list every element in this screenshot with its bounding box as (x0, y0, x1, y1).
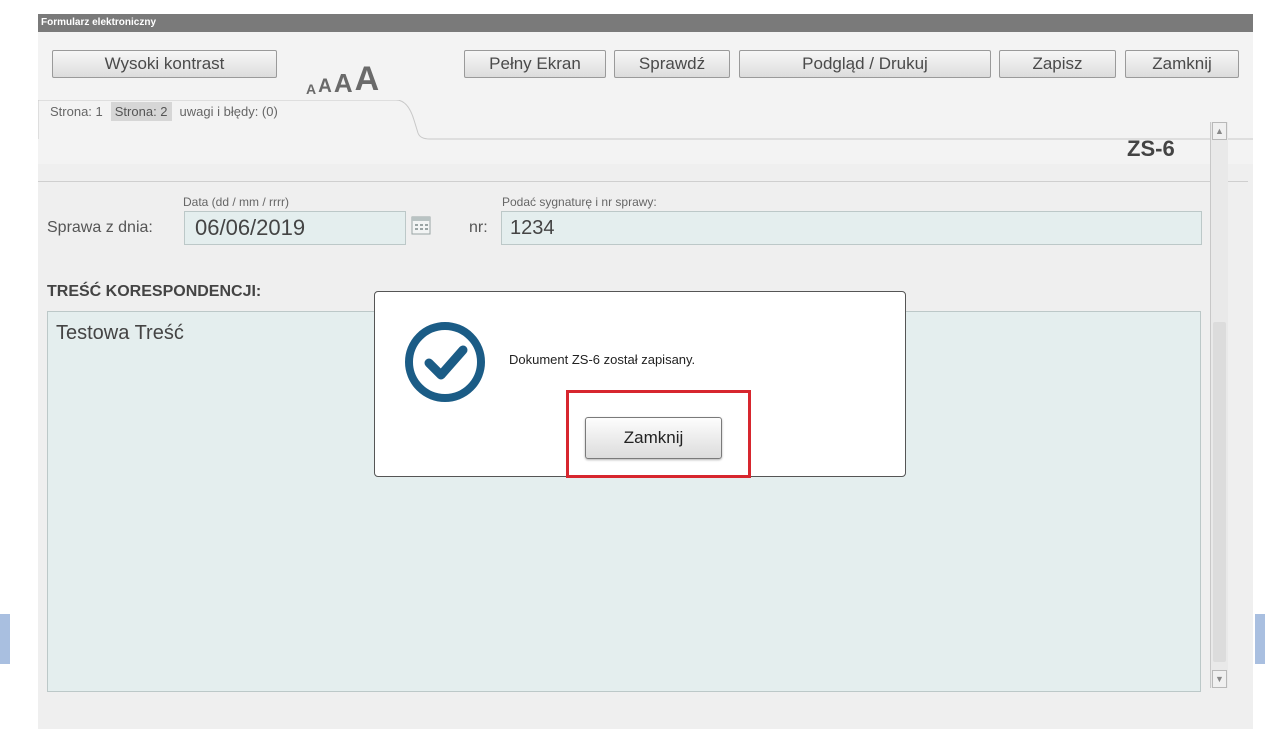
tab-page-2[interactable]: Strona: 2 (110, 102, 172, 121)
scroll-thumb[interactable] (1213, 322, 1226, 662)
preview-print-button[interactable]: Podgląd / Drukuj (739, 50, 991, 78)
case-date-label: Sprawa z dnia: (47, 219, 153, 236)
check-button[interactable]: Sprawdź (614, 50, 730, 78)
tab-page-1[interactable]: Strona: 1 (46, 102, 107, 121)
save-confirmation-dialog: Dokument ZS-6 został zapisany. Zamknij (374, 291, 906, 478)
font-size-selector: A A A A (306, 56, 381, 96)
signature-hint-label: Podać sygnaturę i nr sprawy: (502, 195, 657, 209)
font-size-xs-button[interactable]: A (306, 82, 316, 96)
high-contrast-button[interactable]: Wysoki kontrast (52, 50, 277, 78)
content-section-title: TREŚĆ KORESPONDENCJI: (47, 283, 262, 300)
case-number-input[interactable]: 1234 (501, 211, 1202, 245)
font-size-l-button[interactable]: A (355, 62, 380, 96)
side-strip-right (1255, 614, 1265, 664)
save-button[interactable]: Zapisz (999, 50, 1116, 78)
header-divider (38, 181, 1248, 182)
scroll-up-icon[interactable]: ▲ (1212, 122, 1227, 140)
scroll-down-icon[interactable]: ▼ (1212, 670, 1227, 688)
window-title: Formularz elektroniczny (38, 14, 1253, 32)
close-button[interactable]: Zamknij (1125, 50, 1239, 78)
checkmark-circle-icon (405, 322, 485, 402)
date-hint-label: Data (dd / mm / rrrr) (183, 195, 290, 209)
vertical-scrollbar[interactable]: ▲ ▼ (1210, 122, 1228, 688)
document-id: ZS-6 (1127, 136, 1175, 161)
tab-errors[interactable]: uwagi i błędy: (0) (176, 102, 282, 121)
dialog-message: Dokument ZS-6 został zapisany. (509, 352, 696, 367)
font-size-s-button[interactable]: A (318, 77, 332, 96)
date-input[interactable]: 06/06/2019 (184, 211, 406, 245)
fullscreen-button[interactable]: Pełny Ekran (464, 50, 606, 78)
dialog-close-button[interactable]: Zamknij (585, 417, 722, 459)
calendar-icon[interactable] (411, 215, 431, 235)
nr-label: nr: (469, 219, 488, 236)
font-size-m-button[interactable]: A (334, 70, 353, 96)
page-tabs: Strona: 1 Strona: 2 uwagi i błędy: (0) (46, 102, 286, 121)
side-strip-left (0, 614, 10, 664)
